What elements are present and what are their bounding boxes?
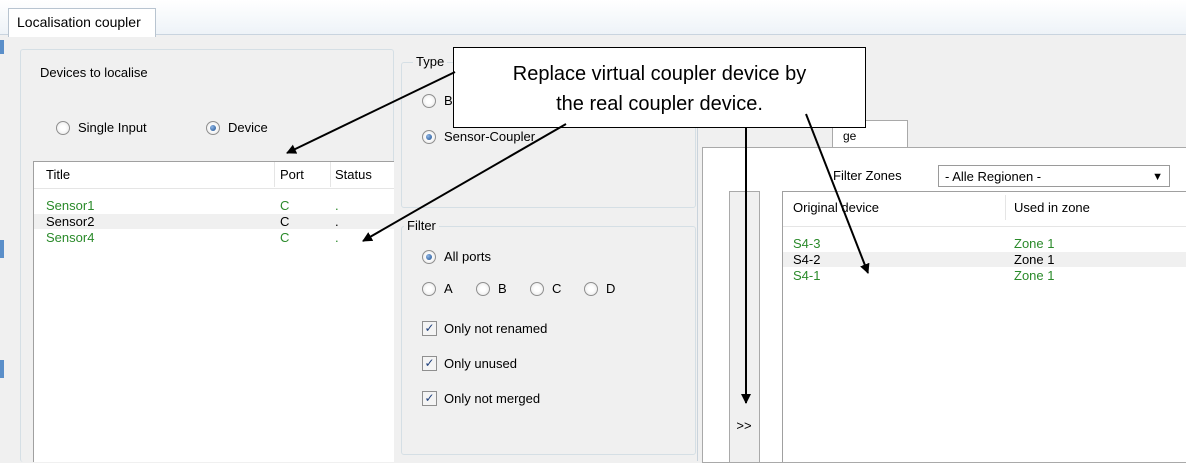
arrow-to-device-radio <box>286 71 456 154</box>
arrow-to-original-row <box>805 113 870 274</box>
arrow-to-sensor-row <box>362 123 567 242</box>
annotation-arrows <box>286 71 870 404</box>
